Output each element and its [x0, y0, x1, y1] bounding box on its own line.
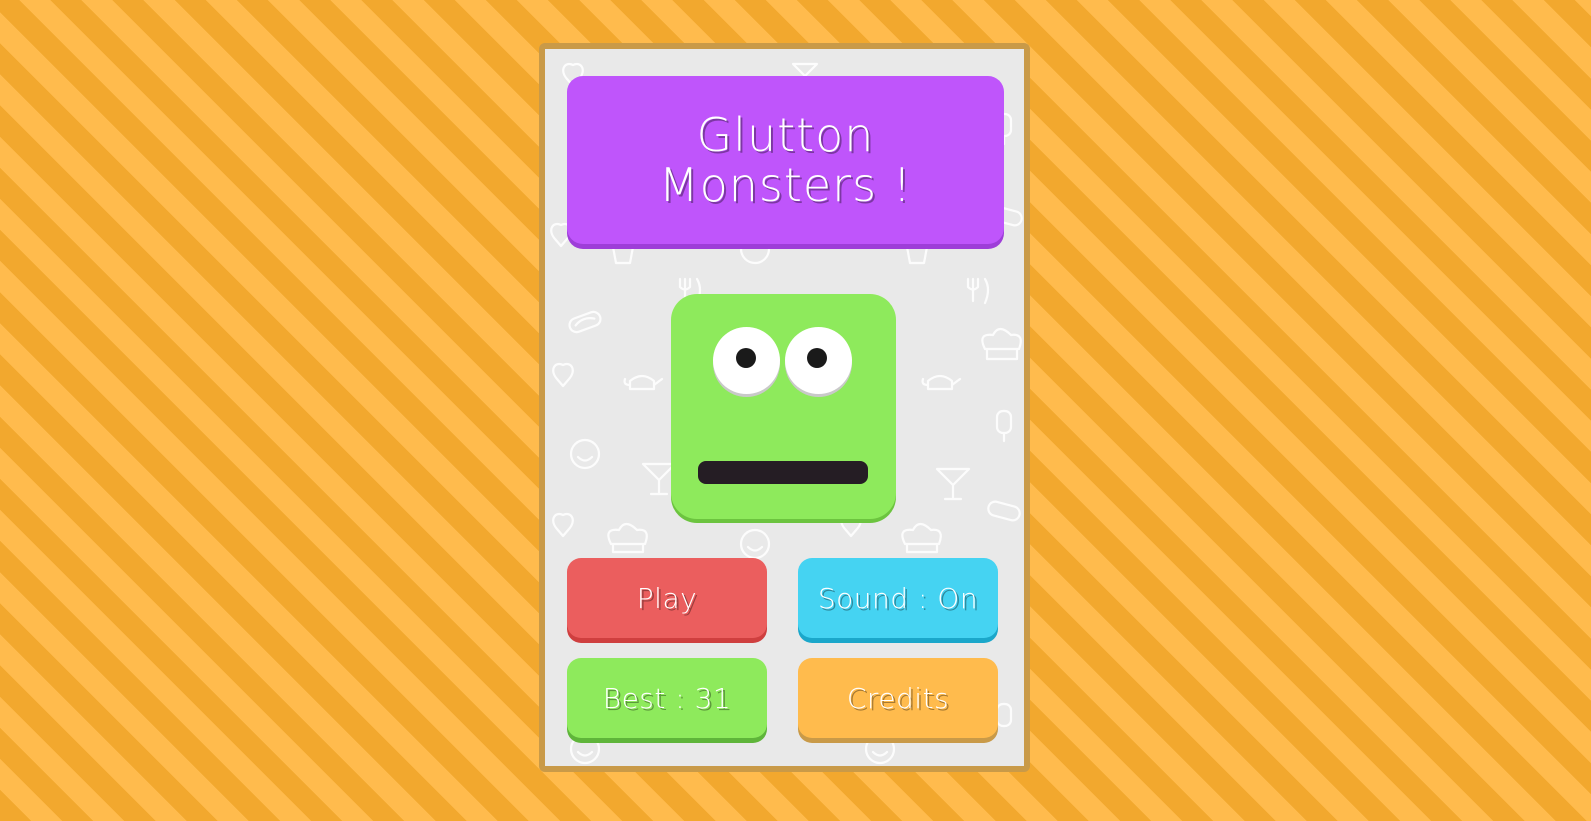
credits-button-label: Credits: [846, 681, 950, 715]
best-score-label: Best : 31: [602, 681, 732, 715]
play-button[interactable]: Play: [567, 558, 767, 638]
monster-character: [671, 294, 896, 519]
credits-button[interactable]: Credits: [798, 658, 998, 738]
monster-left-pupil: [736, 348, 756, 368]
game-title-banner: Glutton Monsters !: [567, 76, 1004, 244]
sound-button-label: Sound : On: [817, 581, 979, 615]
best-score-button[interactable]: Best : 31: [567, 658, 767, 738]
monster-left-eye: [713, 327, 780, 394]
monster-right-eye: [785, 327, 852, 394]
game-title: Glutton Monsters !: [658, 108, 913, 212]
monster-mouth: [698, 461, 868, 484]
play-button-label: Play: [636, 581, 698, 615]
monster-right-pupil: [807, 348, 827, 368]
game-menu-panel: Glutton Monsters ! Play Sound : On Best …: [539, 43, 1030, 772]
sound-toggle-button[interactable]: Sound : On: [798, 558, 998, 638]
